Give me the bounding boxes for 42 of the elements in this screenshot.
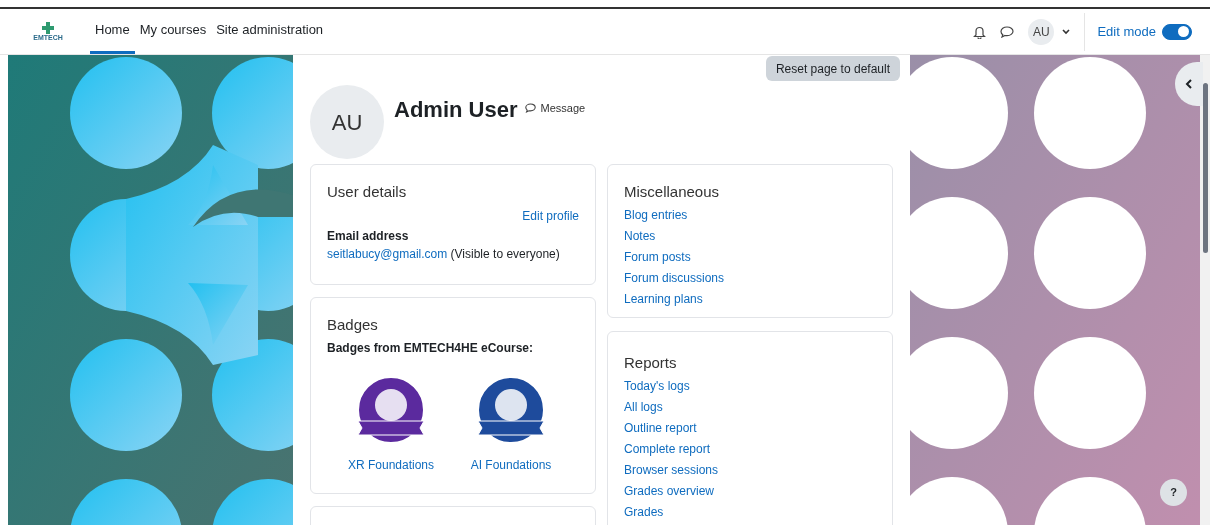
badge-link[interactable]: XR Foundations bbox=[341, 374, 441, 474]
profile-link[interactable]: Forum posts bbox=[624, 247, 691, 266]
card-title: Miscellaneous bbox=[624, 182, 721, 202]
profile-avatar: AU bbox=[310, 85, 384, 159]
report-link[interactable]: Today's logs bbox=[624, 376, 690, 395]
chat-bubble-icon bbox=[525, 103, 537, 114]
profile-name: Admin User bbox=[394, 96, 518, 124]
chat-bubble-icon[interactable] bbox=[1000, 25, 1015, 38]
badge-name: XR Foundations bbox=[347, 456, 435, 474]
badge-link[interactable]: AI Foundations bbox=[461, 374, 561, 474]
caret-icon bbox=[1062, 28, 1071, 35]
reset-page-button[interactable]: Reset page to default bbox=[765, 56, 900, 81]
message-link[interactable]: Message bbox=[525, 100, 586, 117]
report-link[interactable]: Grades bbox=[624, 502, 664, 521]
profile-link[interactable]: Forum discussions bbox=[624, 268, 725, 287]
card-title: User details bbox=[327, 182, 408, 202]
edit-mode-toggle[interactable] bbox=[1162, 23, 1192, 40]
bell-icon[interactable] bbox=[973, 24, 987, 39]
report-link[interactable]: Outline report bbox=[624, 418, 697, 437]
scrollbar[interactable] bbox=[1200, 55, 1210, 525]
badge-name: AI Foundations bbox=[470, 456, 552, 474]
badges-subtitle: Badges from EMTECH4HE eCourse: bbox=[327, 339, 535, 357]
report-link[interactable]: Complete report bbox=[624, 439, 711, 458]
report-link[interactable]: All logs bbox=[624, 397, 663, 416]
edit-profile-link[interactable]: Edit profile bbox=[522, 206, 579, 225]
card-title: Reports bbox=[624, 353, 678, 373]
card-title: Badges bbox=[327, 315, 379, 335]
profile-link[interactable]: Notes bbox=[624, 226, 656, 245]
profile-link[interactable]: Learning plans bbox=[624, 289, 703, 308]
visibility-note: (Visible to everyone) bbox=[450, 246, 560, 261]
report-link[interactable]: Browser sessions bbox=[624, 460, 719, 479]
user-menu-button[interactable]: AU bbox=[1028, 18, 1071, 45]
user-avatar: AU bbox=[1028, 18, 1055, 45]
field-label: Email address bbox=[327, 227, 410, 245]
profile-link[interactable]: Blog entries bbox=[624, 205, 688, 224]
email-link[interactable]: seitlabucy@gmail.com bbox=[327, 246, 448, 261]
chevron-left-icon bbox=[1185, 79, 1193, 89]
report-link[interactable]: Grades overview bbox=[624, 481, 715, 500]
edit-mode-label: Edit mode bbox=[1097, 22, 1156, 41]
nav-link[interactable]: My courses bbox=[134, 9, 212, 54]
nav-link[interactable]: Site administration bbox=[211, 9, 329, 54]
plus-logo-icon bbox=[42, 22, 54, 34]
